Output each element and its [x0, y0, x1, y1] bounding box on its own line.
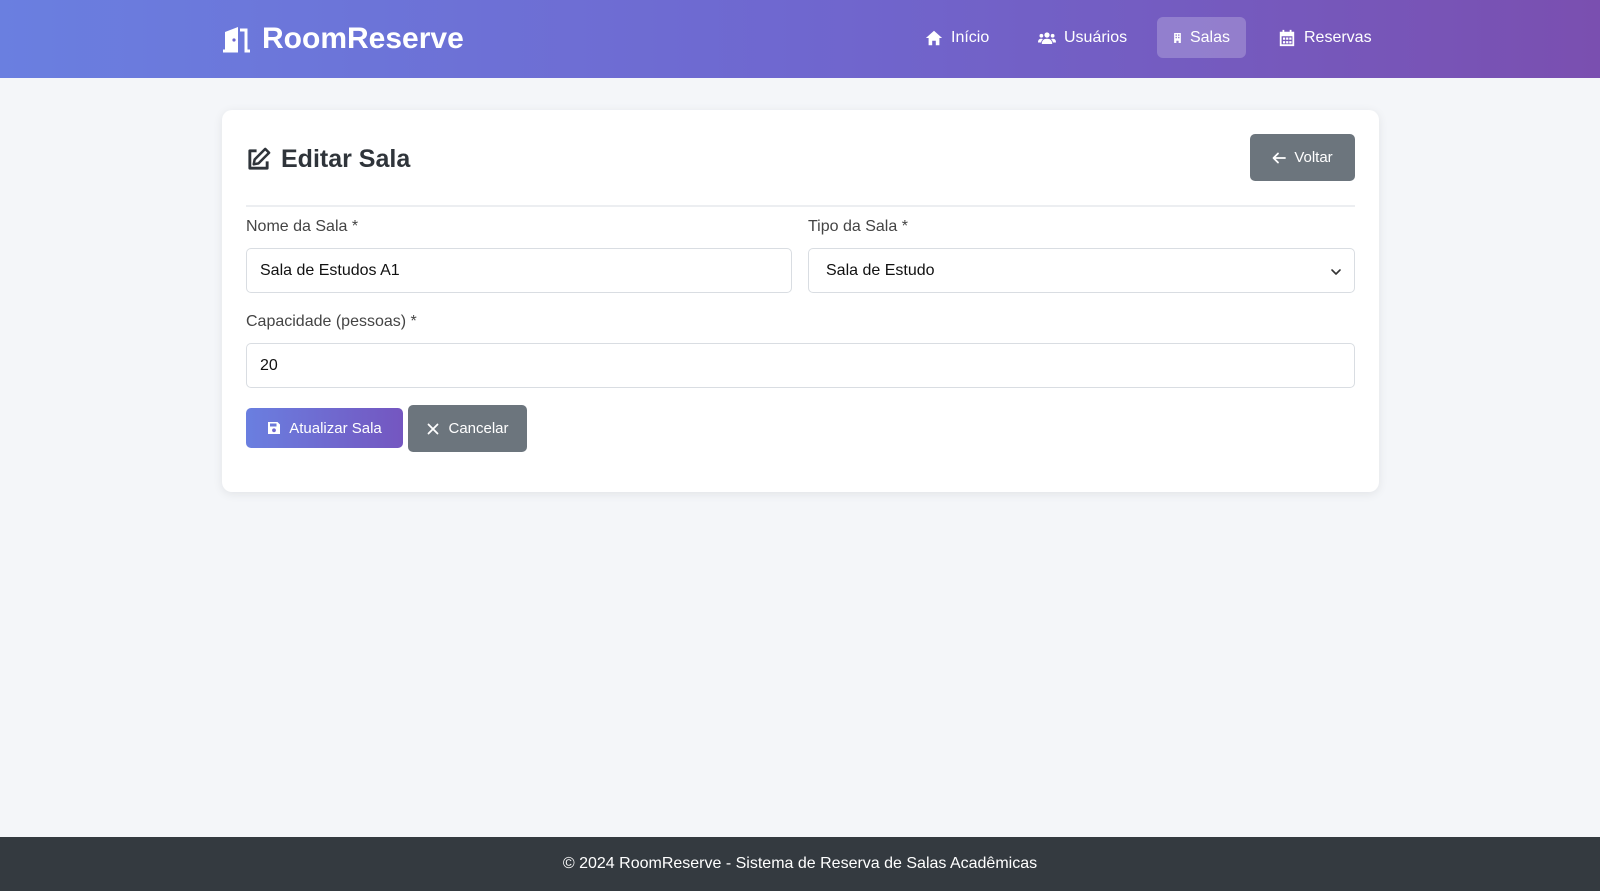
nav-item-label: Início [951, 28, 990, 46]
users-icon [1038, 31, 1056, 44]
update-room-button[interactable]: Atualizar Sala [246, 408, 403, 448]
arrow-left-icon [1272, 152, 1287, 163]
edit-icon [248, 147, 271, 170]
page-title-text: Editar Sala [281, 144, 411, 173]
room-type-value: Sala de Estudo [826, 261, 935, 279]
home-icon [925, 30, 943, 45]
room-type-label: Tipo da Sala * [808, 218, 908, 235]
room-name-value: Sala de Estudos A1 [260, 261, 400, 279]
room-type-select[interactable]: Sala de Estudo [808, 248, 1355, 293]
edit-room-card: Editar Sala Voltar Nome da Sala * Sala d… [222, 110, 1379, 492]
nav-item-reservas[interactable]: Reservas [1262, 17, 1388, 58]
nav-item-salas[interactable]: Salas [1157, 17, 1246, 58]
nav-item-label: Usuários [1064, 28, 1128, 46]
back-button[interactable]: Voltar [1250, 134, 1355, 181]
door-icon [223, 27, 250, 53]
footer: © 2024 RoomReserve - Sistema de Reserva … [0, 837, 1600, 891]
nav-item-label: Salas [1189, 28, 1230, 46]
building-icon [1174, 32, 1181, 43]
capacity-label: Capacidade (pessoas) * [246, 313, 417, 330]
cancel-button[interactable]: Cancelar [408, 405, 527, 452]
capacity-input[interactable]: 20 [246, 343, 1355, 388]
brand-logo[interactable]: RoomReserve [222, 21, 464, 57]
room-name-label: Nome da Sala * [246, 218, 359, 235]
room-name-input[interactable]: Sala de Estudos A1 [246, 248, 792, 293]
save-icon [268, 422, 281, 434]
card-header: Editar Sala Voltar [246, 134, 1355, 207]
cancel-button-label: Cancelar [448, 420, 509, 437]
page-title: Editar Sala [246, 143, 410, 175]
update-room-button-label: Atualizar Sala [289, 419, 382, 437]
chevron-down-icon [1331, 269, 1341, 275]
nav-item-usuarios[interactable]: Usuários [1022, 17, 1143, 58]
nav-item-inicio[interactable]: Início [909, 17, 1005, 58]
navbar: RoomReserve Início Usuários Salas Reserv… [0, 0, 1600, 78]
nav-item-label: Reservas [1304, 28, 1372, 46]
back-button-label: Voltar [1294, 149, 1333, 166]
footer-text: © 2024 RoomReserve - Sistema de Reserva … [562, 855, 1038, 872]
capacity-value: 20 [260, 356, 278, 374]
close-icon [428, 423, 439, 434]
calendar-icon [1279, 29, 1295, 46]
brand-name: RoomReserve [262, 22, 464, 55]
